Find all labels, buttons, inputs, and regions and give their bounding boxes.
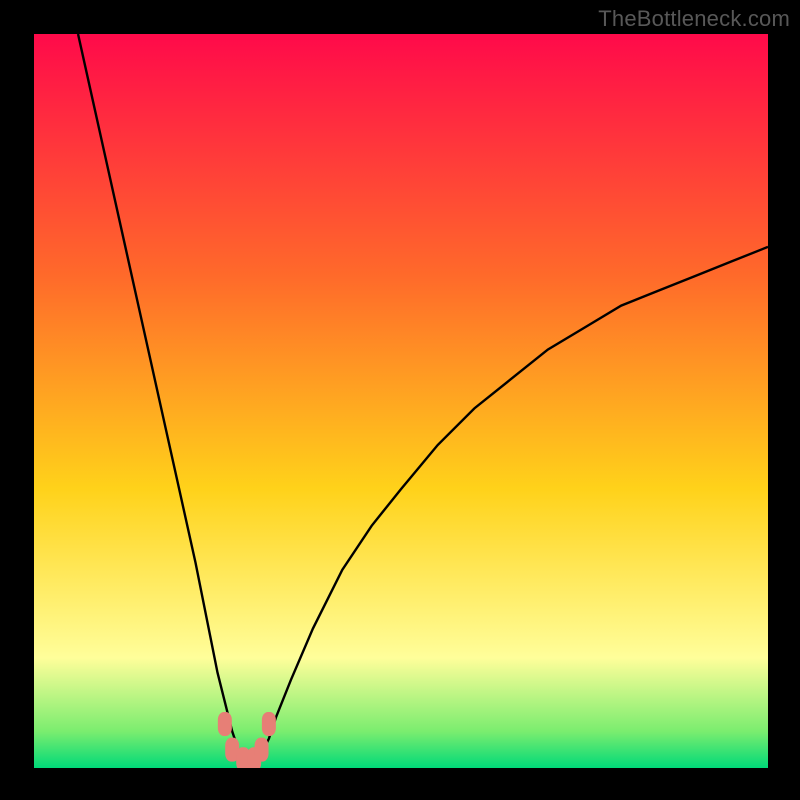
bottleneck-chart (34, 34, 768, 768)
gradient-background (34, 34, 768, 768)
trough-marker (255, 738, 269, 762)
attribution-label: TheBottleneck.com (598, 6, 790, 32)
chart-frame: TheBottleneck.com (0, 0, 800, 800)
trough-marker (218, 712, 232, 736)
trough-marker (262, 712, 276, 736)
